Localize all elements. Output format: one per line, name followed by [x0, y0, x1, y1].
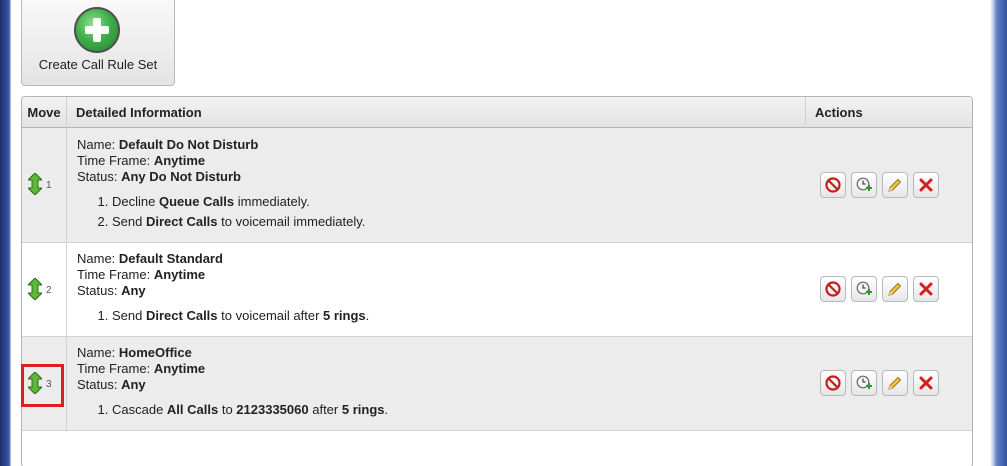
table-row: 3 Name: HomeOffice Time Frame: Anytime S…	[22, 337, 972, 431]
block-icon	[825, 177, 841, 193]
row-actions	[820, 172, 944, 198]
schedule-button[interactable]	[851, 276, 877, 302]
block-icon	[825, 281, 841, 297]
name-value: Default Standard	[118, 251, 223, 266]
table-row: 2 Name: Default Standard Time Frame: Any…	[22, 243, 972, 337]
move-cell: 3	[22, 337, 67, 430]
detail-cell: Name: HomeOffice Time Frame: Anytime Sta…	[68, 337, 806, 430]
main-panel: Create Call Rule Set Move Detailed Infor…	[11, 0, 989, 466]
move-arrows-icon[interactable]	[28, 278, 42, 300]
pencil-icon	[888, 376, 902, 390]
row-actions	[820, 276, 944, 302]
status-value: Any	[121, 377, 146, 392]
move-position: 3	[46, 379, 52, 390]
rule-status: Status: Any	[77, 283, 806, 299]
column-header-move: Move	[22, 97, 67, 128]
column-header-actions: Actions	[815, 105, 863, 120]
table-header: Move Detailed Information Actions	[22, 97, 972, 128]
schedule-button[interactable]	[851, 172, 877, 198]
delete-button[interactable]	[913, 172, 939, 198]
pencil-icon	[888, 282, 902, 296]
schedule-icon	[856, 281, 872, 295]
move-position: 1	[46, 180, 52, 191]
list-item: Cascade All Calls to 2123335060 after 5 …	[112, 400, 806, 420]
list-item: Send Direct Calls to voicemail after 5 r…	[112, 306, 806, 326]
list-item: Decline Queue Calls immediately.	[112, 192, 806, 212]
column-header-detail: Detailed Information	[68, 97, 806, 128]
status-value: Any	[121, 283, 146, 298]
edit-button[interactable]	[882, 276, 908, 302]
plus-circle-icon	[74, 7, 120, 53]
timeframe-label: Time Frame:	[77, 267, 151, 282]
block-button[interactable]	[820, 172, 846, 198]
move-position: 2	[46, 285, 52, 296]
timeframe-value: Anytime	[153, 153, 206, 168]
move-arrows-icon[interactable]	[28, 173, 42, 195]
rule-name: Name: Default Standard	[77, 251, 806, 267]
name-value: Default Do Not Disturb	[118, 137, 259, 152]
rule-status: Status: Any Do Not Disturb	[77, 169, 806, 185]
delete-icon	[919, 282, 933, 296]
list-item: Send Direct Calls to voicemail immediate…	[112, 212, 806, 232]
rule-timeframe: Time Frame: Anytime	[77, 267, 806, 283]
schedule-icon	[856, 375, 872, 389]
name-label: Name:	[77, 137, 116, 152]
schedule-icon	[856, 177, 872, 191]
status-label: Status:	[77, 377, 118, 392]
name-value: HomeOffice	[118, 345, 192, 360]
timeframe-value: Anytime	[153, 267, 206, 282]
name-label: Name:	[77, 345, 116, 360]
edit-button[interactable]	[882, 370, 908, 396]
delete-button[interactable]	[913, 276, 939, 302]
call-rule-table: Move Detailed Information Actions 1 Name…	[21, 96, 973, 466]
move-cell: 1	[22, 128, 67, 242]
move-cell: 2	[22, 243, 67, 336]
rule-timeframe: Time Frame: Anytime	[77, 361, 806, 377]
timeframe-label: Time Frame:	[77, 153, 151, 168]
row-actions	[820, 370, 944, 396]
timeframe-label: Time Frame:	[77, 361, 151, 376]
name-label: Name:	[77, 251, 116, 266]
rule-name: Name: HomeOffice	[77, 345, 806, 361]
create-call-rule-set-label: Create Call Rule Set	[38, 57, 158, 72]
rule-status: Status: Any	[77, 377, 806, 393]
timeframe-value: Anytime	[153, 361, 206, 376]
rule-timeframe: Time Frame: Anytime	[77, 153, 806, 169]
detail-cell: Name: Default Do Not Disturb Time Frame:…	[68, 128, 806, 242]
delete-icon	[919, 178, 933, 192]
block-icon	[825, 375, 841, 391]
rule-name: Name: Default Do Not Disturb	[77, 137, 806, 153]
delete-button[interactable]	[913, 370, 939, 396]
pencil-icon	[888, 178, 902, 192]
move-arrows-icon[interactable]	[28, 372, 42, 394]
create-call-rule-set-button[interactable]: Create Call Rule Set	[21, 0, 175, 86]
block-button[interactable]	[820, 276, 846, 302]
block-button[interactable]	[820, 370, 846, 396]
status-label: Status:	[77, 169, 118, 184]
status-label: Status:	[77, 283, 118, 298]
table-row: 1 Name: Default Do Not Disturb Time Fram…	[22, 128, 972, 243]
detail-cell: Name: Default Standard Time Frame: Anyti…	[68, 243, 806, 336]
edit-button[interactable]	[882, 172, 908, 198]
delete-icon	[919, 376, 933, 390]
status-value: Any Do Not Disturb	[121, 169, 241, 184]
rule-list: Decline Queue Calls immediately. Send Di…	[77, 192, 806, 232]
rule-list: Cascade All Calls to 2123335060 after 5 …	[77, 400, 806, 420]
schedule-button[interactable]	[851, 370, 877, 396]
rule-list: Send Direct Calls to voicemail after 5 r…	[77, 306, 806, 326]
